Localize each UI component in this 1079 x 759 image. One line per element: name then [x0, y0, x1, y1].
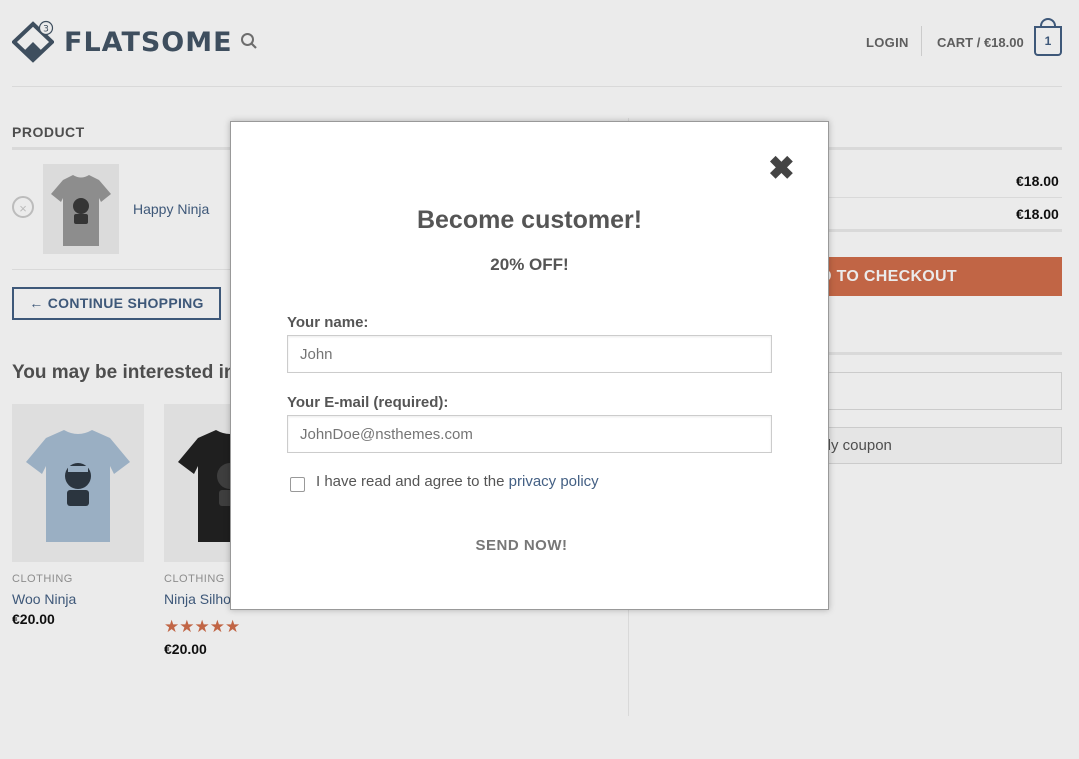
name-field-label: Your name:	[287, 314, 369, 331]
privacy-policy-link[interactable]: privacy policy	[509, 473, 599, 490]
popup-title: Become customer!	[416, 206, 643, 234]
send-now-button[interactable]: SEND NOW!	[230, 537, 813, 554]
popup-subtitle: 20% OFF!	[490, 255, 569, 274]
close-icon[interactable]: ✖	[768, 150, 795, 186]
privacy-agree-label: I have read and agree to the privacy pol…	[316, 473, 599, 490]
email-field-label: Your E-mail (required):	[287, 394, 449, 411]
email-input[interactable]	[287, 415, 772, 453]
name-input[interactable]	[287, 335, 772, 373]
privacy-agree-checkbox[interactable]	[290, 477, 305, 492]
agree-text: I have read and agree to the	[316, 473, 509, 490]
